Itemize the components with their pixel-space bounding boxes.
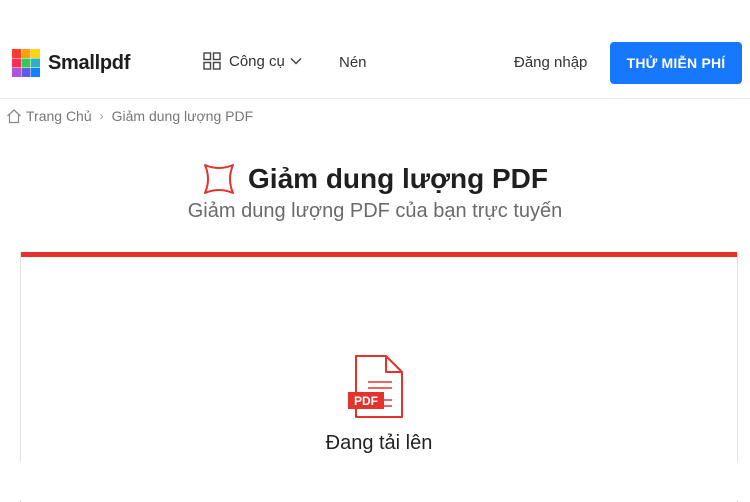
smallpdf-logo[interactable]: Smallpdf xyxy=(12,48,130,78)
accent-bar xyxy=(21,252,737,257)
breadcrumb: Trang Chủ › Giảm dung lượng PDF xyxy=(6,108,253,124)
pdf-badge-label: PDF xyxy=(354,394,378,408)
pdf-file-icon: PDF xyxy=(348,355,403,418)
home-icon[interactable] xyxy=(6,108,22,124)
top-header: Smallpdf Công cụ Nén Đăng nhập THỬ MIỄN … xyxy=(0,28,750,99)
compress-icon xyxy=(204,164,235,194)
chevron-down-icon xyxy=(290,57,302,65)
tools-menu-label: Công cụ xyxy=(229,52,285,70)
smallpdf-logo-icon xyxy=(12,49,40,77)
breadcrumb-current: Giảm dung lượng PDF xyxy=(111,108,254,124)
page-title: Giảm dung lượng PDF xyxy=(248,163,548,194)
nav-compress-link[interactable]: Nén xyxy=(339,54,367,71)
tools-menu[interactable]: Công cụ xyxy=(203,52,302,70)
brand-name: Smallpdf xyxy=(48,51,131,74)
bottom-fade xyxy=(0,462,750,500)
tool-heading: Giảm dung lượng PDF xyxy=(0,162,750,196)
upload-status: Đang tải lên xyxy=(325,432,433,454)
page-subtitle: Giảm dung lượng PDF của bạn trực tuyến xyxy=(187,200,563,222)
free-trial-button[interactable]: THỬ MIỄN PHÍ xyxy=(610,42,742,84)
breadcrumb-separator: › xyxy=(99,109,104,123)
breadcrumb-home[interactable]: Trang Chủ xyxy=(26,108,92,124)
grid-icon xyxy=(203,52,221,70)
login-link[interactable]: Đăng nhập xyxy=(514,54,587,71)
